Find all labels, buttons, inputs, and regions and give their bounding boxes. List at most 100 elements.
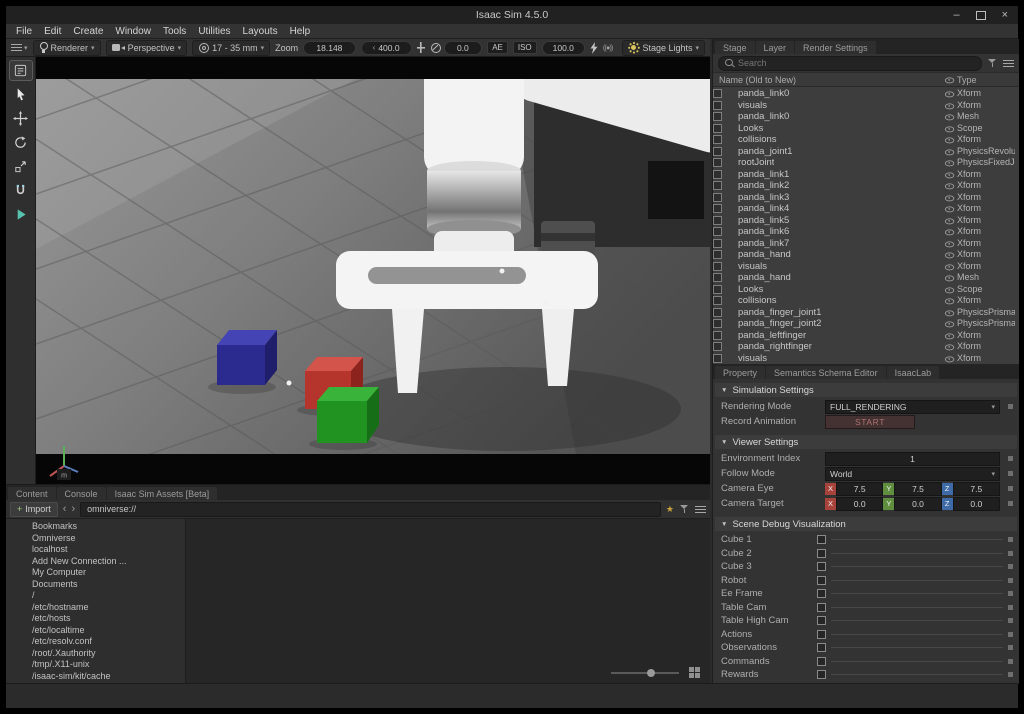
debug-checkbox[interactable] [817,670,826,679]
stage-tree-row[interactable]: panda_link0 Xform [713,88,1019,100]
content-tree-row[interactable]: /etc/localtime [6,625,185,637]
select-tool-button[interactable] [9,84,33,105]
expander-icon[interactable] [713,135,722,144]
debug-checkbox[interactable] [817,657,826,666]
rendering-mode-dropdown[interactable]: FULL_RENDERING ▾ [825,400,1000,414]
menu-item[interactable]: Utilities [192,24,236,39]
content-tree-row[interactable]: /etc/hostname [6,602,185,614]
expander-icon[interactable] [713,354,722,363]
stage-lights-dropdown[interactable]: Stage Lights ▾ [622,40,705,56]
visibility-eye-icon[interactable] [944,308,956,317]
camera-eye-y-field[interactable]: 7.5 [894,482,941,496]
stage-tab[interactable]: Render Settings [795,41,876,54]
visibility-eye-icon[interactable] [944,158,956,167]
visibility-eye-icon[interactable] [944,216,956,225]
slider-knob[interactable] [647,669,655,677]
expander-icon[interactable] [713,319,722,328]
stage-tree-row[interactable]: visuals Xform [713,100,1019,112]
content-tree-row[interactable]: /tmp/.X11-unix [6,659,185,671]
stage-search-box[interactable] [718,56,982,71]
import-button[interactable]: + Import [10,502,58,517]
maximize-button[interactable] [976,11,986,20]
zoom-slider[interactable]: 18.148 [303,41,356,55]
content-tree-row[interactable]: Add New Connection ... [6,556,185,568]
stage-tree-row[interactable]: panda_link0 Mesh [713,111,1019,123]
content-tree-row[interactable]: /root/.Xauthority [6,648,185,660]
stage-tree-row[interactable]: panda_joint1 PhysicsRevolute [713,146,1019,158]
aperture-icon[interactable] [430,42,438,53]
visibility-eye-icon[interactable] [944,204,956,213]
stage-tree-row[interactable]: visuals Xform [713,353,1019,365]
bookmark-star-icon[interactable]: ★ [666,504,674,515]
stage-tree-row[interactable]: panda_hand Xform [713,249,1019,261]
renderer-dropdown[interactable]: Renderer ▾ [33,40,101,56]
visibility-eye-icon[interactable] [944,193,956,202]
back-nav-icon[interactable]: ‹ [63,503,67,516]
follow-mode-dropdown[interactable]: World ▾ [825,467,1000,481]
content-tree-row[interactable]: / [6,590,185,602]
menu-item[interactable]: Tools [157,24,192,39]
visibility-eye-icon[interactable] [944,342,956,351]
camera-target-z-field[interactable]: 0.0 [953,497,1000,511]
start-record-button[interactable]: START [825,415,915,429]
stage-tree-row[interactable]: panda_link7 Xform [713,238,1019,250]
content-tree-row[interactable]: Bookmarks [6,521,185,533]
content-tab[interactable]: Console [57,487,106,500]
stage-tab[interactable]: Layer [756,41,795,54]
content-tree-row[interactable]: My Computer [6,567,185,579]
content-tab[interactable]: Content [8,487,56,500]
expander-icon[interactable] [713,216,722,225]
file-grid-area[interactable] [186,519,710,684]
expander-icon[interactable] [713,158,722,167]
expander-icon[interactable] [713,204,722,213]
menu-item[interactable]: Edit [38,24,67,39]
menu-item[interactable]: Create [67,24,109,39]
axis-gizmo[interactable]: m [44,442,88,482]
stage-tree-row[interactable]: Looks Scope [713,284,1019,296]
title-bar[interactable]: Isaac Sim 4.5.0 – × [6,6,1018,24]
stage-tree-row[interactable]: rootJoint PhysicsFixedJoin [713,157,1019,169]
visibility-eye-icon[interactable] [944,227,956,236]
expander-icon[interactable] [713,331,722,340]
content-tree-row[interactable]: /isaac-sim/kit/cache [6,671,185,683]
stage-tree-row[interactable]: visuals Xform [713,261,1019,273]
iso-slider[interactable]: 100.0 [542,41,585,55]
visibility-eye-icon[interactable] [944,331,956,340]
debug-checkbox[interactable] [817,603,826,612]
camera-dropdown[interactable]: Perspective ▾ [106,40,188,56]
debug-checkbox[interactable] [817,616,826,625]
visibility-eye-icon[interactable] [944,124,956,133]
flash-icon[interactable] [590,42,598,54]
visibility-eye-icon[interactable] [944,285,956,294]
type-column-header[interactable]: Type [957,75,1015,85]
expander-icon[interactable] [713,273,722,282]
lens-dropdown[interactable]: 17 - 35 mm ▾ [192,40,270,56]
content-tree-row[interactable]: /etc/hosts [6,613,185,625]
stage-tree-row[interactable]: panda_link6 Xform [713,226,1019,238]
debug-checkbox[interactable] [817,562,826,571]
stage-tree-row[interactable]: panda_rightfinger Xform [713,341,1019,353]
property-tab[interactable]: IsaacLab [887,366,940,379]
stage-tree-row[interactable]: Looks Scope [713,123,1019,135]
stage-tree-row[interactable]: panda_link4 Xform [713,203,1019,215]
expander-icon[interactable] [713,342,722,351]
visibility-eye-icon[interactable] [944,89,956,98]
stage-tree-row[interactable]: panda_finger_joint2 PhysicsPrismatic [713,318,1019,330]
options-menu-icon[interactable] [695,505,706,514]
expander-icon[interactable] [713,101,722,110]
options-menu-icon[interactable] [1003,59,1014,68]
path-bar[interactable]: omniverse:// [80,502,661,517]
viewport[interactable]: m [36,57,710,484]
rotate-tool-button[interactable] [9,132,33,153]
stage-tree-row[interactable]: collisions Xform [713,295,1019,307]
stage-tree-row[interactable]: panda_link5 Xform [713,215,1019,227]
menu-item[interactable]: File [10,24,38,39]
exposure-slider[interactable]: 0.0 [444,41,483,55]
viewport-options-button[interactable]: ▾ [11,43,28,52]
toolbar-palette-button[interactable] [9,60,33,81]
play-button[interactable] [9,204,33,225]
visibility-eye-icon[interactable] [944,273,956,282]
filter-icon[interactable] [679,504,690,514]
content-tree-row[interactable]: Documents [6,579,185,591]
stage-tree-row[interactable]: panda_hand Mesh [713,272,1019,284]
